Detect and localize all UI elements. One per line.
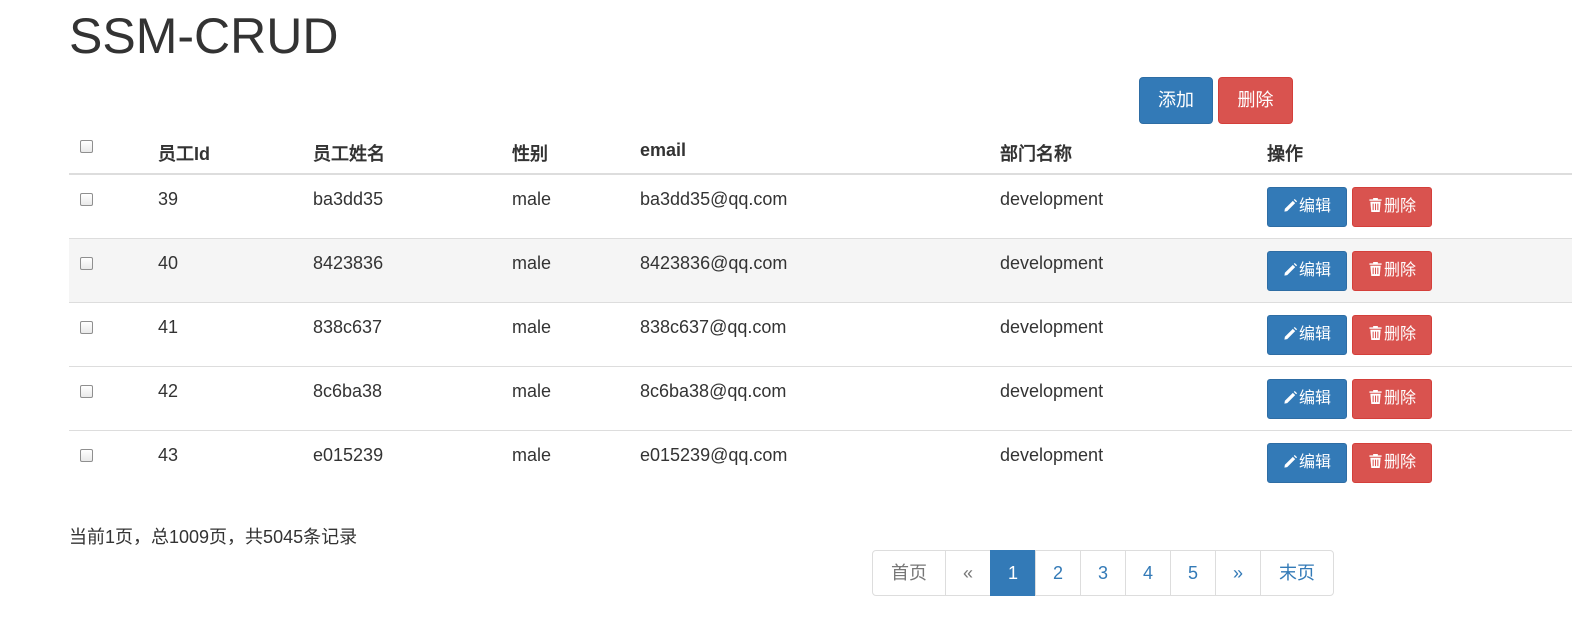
page-1-button[interactable]: 1	[990, 550, 1036, 596]
cell-email: 8c6ba38@qq.com	[640, 381, 787, 401]
cell-gender: male	[512, 253, 552, 273]
edit-button[interactable]: 编辑	[1267, 187, 1347, 227]
page-5-button[interactable]: 5	[1170, 550, 1216, 596]
cell-email: e015239@qq.com	[640, 445, 788, 465]
table-row: 42 8c6ba38 male 8c6ba38@qq.com developme…	[69, 367, 1572, 431]
page-3-button[interactable]: 3	[1080, 550, 1126, 596]
page-4-button[interactable]: 4	[1125, 550, 1171, 596]
header-id: 员工Id	[158, 144, 210, 164]
delete-label: 删除	[1383, 390, 1416, 407]
trash-icon	[1368, 446, 1383, 484]
cell-name: 838c637	[313, 317, 383, 337]
cell-gender: male	[512, 189, 552, 209]
trash-icon	[1368, 254, 1383, 292]
delete-label: 删除	[1383, 326, 1416, 343]
page-2-button[interactable]: 2	[1035, 550, 1081, 596]
cell-gender: male	[512, 445, 552, 465]
next-page-button[interactable]: »	[1215, 550, 1261, 596]
row-checkbox[interactable]	[80, 321, 93, 334]
cell-email: 8423836@qq.com	[640, 253, 788, 273]
cell-email: ba3dd35@qq.com	[640, 189, 788, 209]
edit-button[interactable]: 编辑	[1267, 251, 1347, 291]
cell-name: 8423836	[313, 253, 384, 273]
cell-gender: male	[512, 317, 552, 337]
delete-selected-button[interactable]: 删除	[1218, 77, 1293, 124]
prev-page-button[interactable]: «	[945, 550, 991, 596]
header-ops: 操作	[1267, 144, 1303, 164]
table-row: 39 ba3dd35 male ba3dd35@qq.com developme…	[69, 175, 1572, 239]
edit-button[interactable]: 编辑	[1267, 443, 1347, 483]
cell-id: 40	[158, 253, 179, 273]
cell-id: 41	[158, 317, 179, 337]
table-row: 40 8423836 male 8423836@qq.com developme…	[69, 239, 1572, 303]
delete-button[interactable]: 删除	[1352, 315, 1432, 355]
row-checkbox[interactable]	[80, 449, 93, 462]
first-page-button[interactable]: 首页	[872, 550, 946, 596]
cell-id: 43	[158, 445, 179, 465]
cell-name: ba3dd35	[313, 189, 384, 209]
cell-dept: development	[1000, 253, 1104, 273]
table-row: 43 e015239 male e015239@qq.com developme…	[69, 431, 1572, 495]
edit-button[interactable]: 编辑	[1267, 315, 1347, 355]
cell-id: 39	[158, 189, 179, 209]
table-row: 41 838c637 male 838c637@qq.com developme…	[69, 303, 1572, 367]
trash-icon	[1368, 382, 1383, 420]
pagination: 首页 « 1 2 3 4 5 » 末页	[872, 550, 1334, 596]
edit-label: 编辑	[1298, 262, 1331, 279]
pencil-icon	[1283, 190, 1298, 228]
row-checkbox[interactable]	[80, 193, 93, 206]
trash-icon	[1368, 318, 1383, 356]
employee-table: 员工Id 员工姓名 性别 email 部门名称 操作 39 ba3dd35 ma…	[69, 125, 1572, 495]
header-gender: 性别	[512, 144, 548, 164]
row-checkbox[interactable]	[80, 385, 93, 398]
page-info: 当前1页，总1009页，共5045条记录	[69, 527, 358, 547]
select-all-checkbox[interactable]	[80, 140, 93, 153]
delete-button[interactable]: 删除	[1352, 187, 1432, 227]
cell-dept: development	[1000, 445, 1104, 465]
row-checkbox[interactable]	[80, 257, 93, 270]
edit-label: 编辑	[1298, 198, 1331, 215]
edit-label: 编辑	[1298, 326, 1331, 343]
delete-button[interactable]: 删除	[1352, 379, 1432, 419]
cell-id: 42	[158, 381, 179, 401]
delete-button[interactable]: 删除	[1352, 443, 1432, 483]
add-button[interactable]: 添加	[1139, 77, 1213, 124]
cell-email: 838c637@qq.com	[640, 317, 787, 337]
cell-dept: development	[1000, 381, 1104, 401]
header-name: 员工姓名	[313, 144, 385, 164]
cell-name: 8c6ba38	[313, 381, 383, 401]
cell-gender: male	[512, 381, 552, 401]
last-page-button[interactable]: 末页	[1260, 550, 1334, 596]
delete-label: 删除	[1383, 198, 1416, 215]
trash-icon	[1368, 190, 1383, 228]
pencil-icon	[1283, 446, 1298, 484]
cell-dept: development	[1000, 317, 1104, 337]
pencil-icon	[1283, 318, 1298, 356]
header-email: email	[640, 140, 687, 160]
edit-button[interactable]: 编辑	[1267, 379, 1347, 419]
pencil-icon	[1283, 382, 1298, 420]
delete-label: 删除	[1383, 262, 1416, 279]
header-dept: 部门名称	[1000, 144, 1072, 164]
edit-label: 编辑	[1298, 454, 1331, 471]
cell-name: e015239	[313, 445, 384, 465]
cell-dept: development	[1000, 189, 1104, 209]
table-header: 员工Id 员工姓名 性别 email 部门名称 操作	[69, 125, 1572, 175]
pencil-icon	[1283, 254, 1298, 292]
edit-label: 编辑	[1298, 390, 1331, 407]
delete-label: 删除	[1383, 454, 1416, 471]
page-title: SSM-CRUD	[69, 8, 339, 64]
delete-button[interactable]: 删除	[1352, 251, 1432, 291]
